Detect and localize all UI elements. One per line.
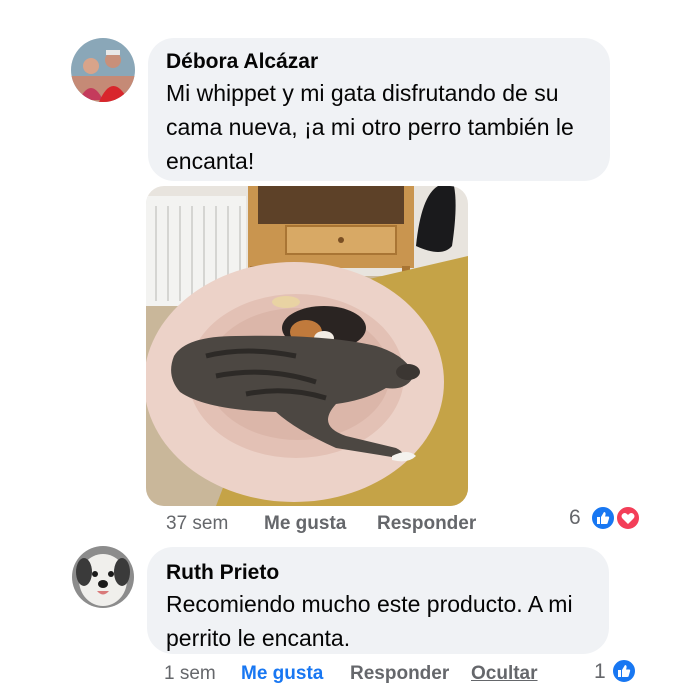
comment-timestamp[interactable]: 37 sem — [166, 513, 228, 535]
comment-text: Mi whippet y mi gata disfrutando de su c… — [166, 80, 574, 174]
comment-timestamp[interactable]: 1 sem — [164, 663, 216, 685]
hide-button[interactable]: Ocultar — [471, 663, 538, 685]
like-icon[interactable] — [590, 505, 616, 531]
reply-button[interactable]: Responder — [377, 513, 476, 535]
comment-text: Recomiendo mucho este producto. A mi per… — [166, 591, 573, 651]
reaction-count[interactable]: 6 — [569, 506, 581, 530]
comment-photo[interactable] — [146, 186, 468, 506]
comment-author[interactable]: Débora Alcázar — [166, 50, 318, 74]
like-button[interactable]: Me gusta — [241, 663, 323, 685]
reaction-count[interactable]: 1 — [594, 660, 606, 684]
avatar-ruth[interactable] — [72, 546, 134, 608]
comment-author[interactable]: Ruth Prieto — [166, 561, 279, 585]
like-button[interactable]: Me gusta — [264, 513, 346, 535]
love-icon[interactable] — [615, 505, 641, 531]
avatar-debora[interactable] — [71, 38, 135, 102]
reply-button[interactable]: Responder — [350, 663, 449, 685]
like-icon[interactable] — [611, 658, 637, 684]
